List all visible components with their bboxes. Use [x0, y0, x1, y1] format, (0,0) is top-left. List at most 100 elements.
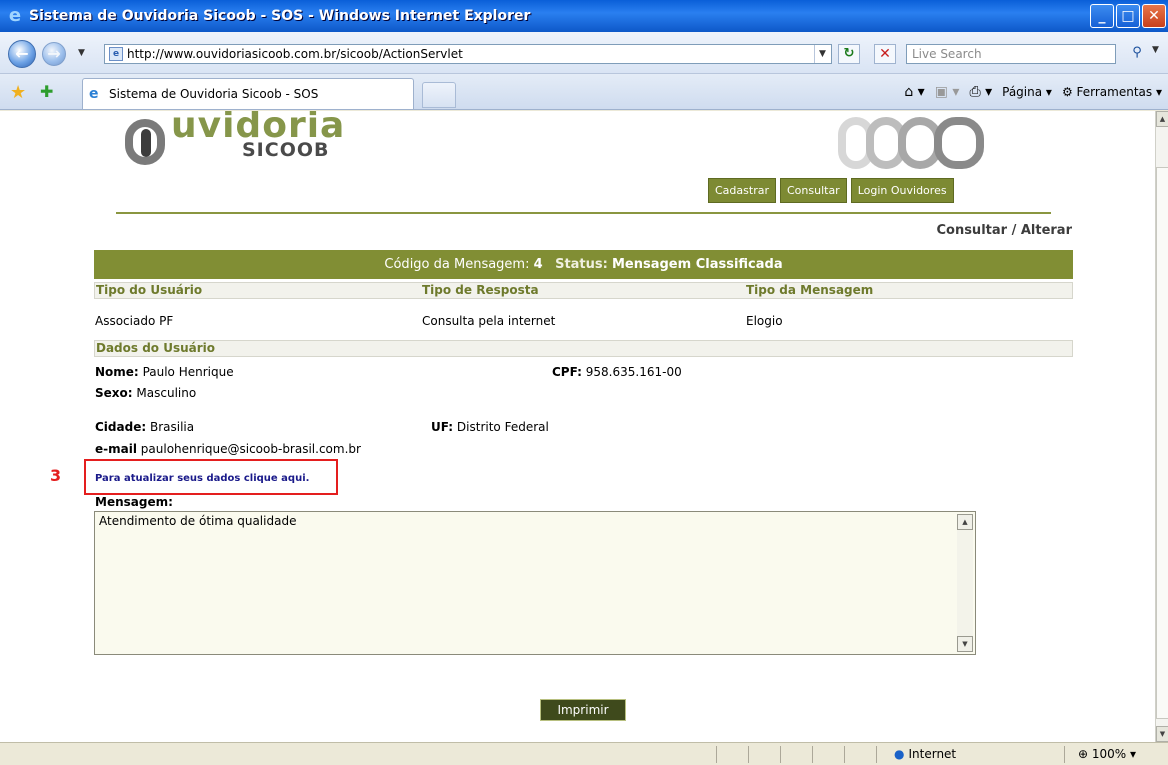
value-tipo-usuario: Associado PF: [95, 314, 174, 328]
ouvidoria-logo: uvidoria SICOOB: [117, 111, 357, 175]
favorites-star-icon[interactable]: ★: [10, 82, 26, 103]
tab-page-icon: e: [89, 86, 99, 102]
tab-title: Sistema de Ouvidoria Sicoob - SOS: [109, 87, 319, 101]
home-icon[interactable]: ⌂ ▾: [904, 84, 924, 100]
status-separator: [844, 746, 845, 763]
name-label: Nome:: [95, 365, 139, 379]
add-favorite-icon[interactable]: ✚: [40, 82, 53, 101]
search-icon[interactable]: ⚲: [1124, 44, 1150, 64]
search-input[interactable]: Live Search: [906, 44, 1116, 64]
minimize-button[interactable]: _: [1090, 4, 1114, 28]
page-scroll-thumb[interactable]: [1156, 167, 1168, 719]
feeds-icon[interactable]: ▣ ▾: [935, 84, 960, 100]
user-cpf: CPF: 958.635.161-00: [552, 365, 682, 379]
scroll-up-icon[interactable]: ▲: [957, 514, 973, 530]
page-menu[interactable]: Página ▾: [1002, 85, 1052, 99]
status-separator: [812, 746, 813, 763]
col-tipo-resposta: Tipo de Resposta: [422, 283, 539, 297]
col-tipo-usuario: Tipo do Usuário: [96, 283, 203, 297]
cpf-label: CPF:: [552, 365, 582, 379]
tools-menu[interactable]: ⚙ Ferramentas ▾: [1062, 85, 1162, 99]
email-label: e-mail: [95, 442, 137, 456]
message-text: Atendimento de ótima qualidade: [99, 514, 297, 528]
security-zone: ● Internet: [894, 747, 956, 761]
new-tab-button[interactable]: [422, 82, 456, 108]
print-button[interactable]: Imprimir: [540, 699, 626, 721]
address-toolbar: ← → ▼ e http://www.ouvidoriasicoob.com.b…: [0, 32, 1168, 74]
ie-logo-icon: e: [8, 5, 22, 26]
tools-menu-label: Ferramentas: [1076, 85, 1153, 99]
sex-label: Sexo:: [95, 386, 133, 400]
close-button[interactable]: ✕: [1142, 4, 1166, 28]
history-dropdown-icon[interactable]: ▼: [78, 48, 85, 58]
ring-decoration-icon: [934, 117, 984, 169]
stop-button[interactable]: ✕: [874, 44, 896, 64]
value-tipo-mensagem: Elogio: [746, 314, 783, 328]
city-label: Cidade:: [95, 420, 147, 434]
status-value: Mensagem Classificada: [611, 257, 783, 272]
status-separator: [876, 746, 877, 763]
col-tipo-mensagem: Tipo da Mensagem: [746, 283, 874, 297]
user-sex: Sexo: Masculino: [95, 386, 196, 400]
window-titlebar: e Sistema de Ouvidoria Sicoob - SOS - Wi…: [0, 0, 1168, 32]
name-value: Paulo Henrique: [142, 365, 234, 379]
print-icon[interactable]: ⎙ ▾: [969, 84, 992, 100]
columns-header: Tipo do Usuário Tipo de Resposta Tipo da…: [94, 282, 1073, 299]
status-separator: [1064, 746, 1065, 763]
email-value: paulohenrique@sicoob-brasil.com.br: [140, 442, 361, 456]
page-scrollbar[interactable]: ▲ ▼: [1155, 111, 1168, 742]
status-bar: ● Internet ⊕ 100% ▾: [0, 742, 1168, 765]
user-city: Cidade: Brasilia: [95, 420, 194, 434]
update-data-link[interactable]: Para atualizar seus dados clique aqui.: [95, 473, 309, 484]
message-header: Código da Mensagem: 4 Status: Mensagem C…: [94, 250, 1073, 279]
address-dropdown-icon[interactable]: ▼: [814, 45, 830, 63]
status-separator: [716, 746, 717, 763]
menu-cadastrar[interactable]: Cadastrar: [708, 178, 776, 203]
menu-consultar[interactable]: Consultar: [779, 178, 847, 203]
address-input[interactable]: e http://www.ouvidoriasicoob.com.br/sico…: [104, 44, 832, 64]
page-title: Consultar / Alterar: [936, 223, 1072, 238]
logo-word-sicoob: SICOOB: [242, 139, 330, 161]
message-label: Mensagem:: [95, 495, 173, 509]
main-menu: Cadastrar Consultar Login Ouvidores: [708, 178, 954, 203]
back-button[interactable]: ←: [8, 40, 36, 68]
user-name: Nome: Paulo Henrique: [95, 365, 234, 379]
value-tipo-resposta: Consulta pela internet: [422, 314, 556, 328]
page-menu-label: Página: [1002, 85, 1043, 99]
uf-label: UF:: [431, 420, 454, 434]
textarea-scrollbar[interactable]: ▲ ▼: [957, 514, 973, 652]
status-separator: [780, 746, 781, 763]
annotation-number: 3: [50, 466, 62, 485]
refresh-button[interactable]: ↻: [838, 44, 860, 64]
page-scroll-up-icon[interactable]: ▲: [1156, 111, 1168, 127]
forward-button[interactable]: →: [42, 42, 66, 66]
cpf-value: 958.635.161-00: [585, 365, 682, 379]
user-section-header: Dados do Usuário: [94, 340, 1073, 357]
page-content: uvidoria SICOOB Cadastrar Consultar Logi…: [0, 111, 1155, 742]
page-icon: e: [109, 47, 123, 61]
maximize-button[interactable]: □: [1116, 4, 1140, 28]
globe-icon: ●: [894, 747, 905, 761]
user-email: e-mail paulohenrique@sicoob-brasil.com.b…: [95, 442, 361, 456]
user-section-title: Dados do Usuário: [96, 341, 216, 355]
uf-value: Distrito Federal: [456, 420, 549, 434]
sex-value: Masculino: [136, 386, 197, 400]
message-textarea[interactable]: Atendimento de ótima qualidade ▲ ▼: [94, 511, 976, 655]
zoom-control[interactable]: ⊕ 100% ▾: [1078, 747, 1136, 761]
divider: [116, 212, 1051, 214]
window-title: Sistema de Ouvidoria Sicoob - SOS - Wind…: [29, 8, 531, 24]
menu-login-ouvidores[interactable]: Login Ouvidores: [850, 178, 954, 203]
address-url: http://www.ouvidoriasicoob.com.br/sicoob…: [127, 47, 463, 61]
logo-ring-icon: [125, 119, 165, 165]
page-scroll-down-icon[interactable]: ▼: [1156, 726, 1168, 742]
scroll-down-icon[interactable]: ▼: [957, 636, 973, 652]
tab-toolbar: ★ ✚ e Sistema de Ouvidoria Sicoob - SOS …: [0, 74, 1168, 110]
status-separator: [748, 746, 749, 763]
code-label: Código da Mensagem:: [384, 257, 530, 272]
zoom-value: 100%: [1091, 747, 1127, 761]
search-dropdown-icon[interactable]: ▼: [1152, 45, 1159, 55]
zone-label: Internet: [908, 747, 957, 761]
city-value: Brasilia: [149, 420, 195, 434]
rings-decoration: [818, 111, 1018, 173]
tab-active[interactable]: e Sistema de Ouvidoria Sicoob - SOS: [82, 78, 414, 109]
